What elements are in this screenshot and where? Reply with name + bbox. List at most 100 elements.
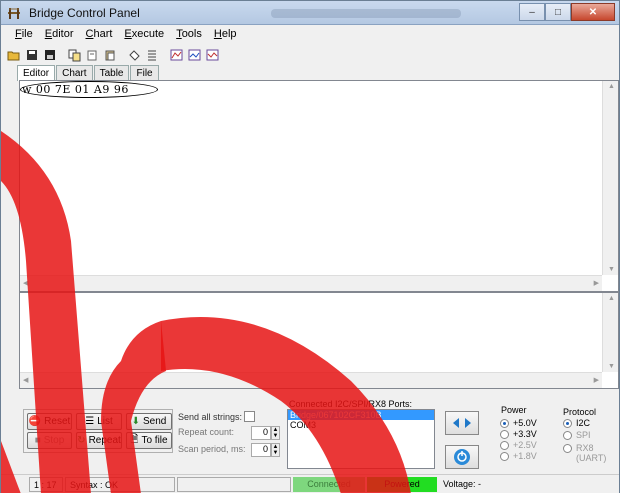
menu-execute-mnemonic: E bbox=[124, 28, 132, 40]
power-5v-radio[interactable] bbox=[500, 419, 509, 428]
protocol-title: Protocol bbox=[563, 407, 597, 417]
list-icon[interactable] bbox=[145, 48, 159, 62]
menu-tools[interactable]: Tools bbox=[170, 25, 208, 45]
menu-editor-label: ditor bbox=[52, 28, 74, 40]
scroll-down-icon[interactable]: ▼ bbox=[608, 266, 615, 273]
reset-icon: ⛔ bbox=[28, 416, 42, 427]
connect-button[interactable] bbox=[445, 411, 479, 435]
cursor-position: 1 : 17 bbox=[29, 477, 63, 492]
stop-button[interactable]: ■ Stop bbox=[27, 432, 72, 449]
window-controls: – □ ✕ bbox=[519, 3, 615, 21]
scroll-up-icon[interactable]: ▲ bbox=[608, 83, 615, 90]
send-label: Send bbox=[143, 416, 167, 427]
status-empty-cell bbox=[177, 477, 291, 492]
tab-table[interactable]: Table bbox=[93, 65, 130, 80]
title-blurred-text bbox=[271, 9, 461, 18]
close-button[interactable]: ✕ bbox=[571, 3, 615, 21]
chart2-icon[interactable] bbox=[187, 48, 201, 62]
protocol-rx8-radio[interactable] bbox=[563, 444, 572, 453]
save-as-icon[interactable] bbox=[43, 48, 57, 62]
send-all-strings-checkbox[interactable] bbox=[244, 411, 255, 422]
editor-horizontal-scrollbar[interactable]: ◀ ▶ bbox=[20, 275, 602, 291]
voltage-readout: Voltage: - bbox=[443, 479, 482, 489]
menu-chart-label: hart bbox=[93, 28, 113, 40]
toolbar bbox=[7, 46, 223, 64]
send-button[interactable]: ⬇ Send bbox=[126, 413, 172, 430]
power-3v3-radio[interactable] bbox=[500, 430, 509, 439]
paste-icon[interactable] bbox=[103, 48, 117, 62]
minimize-button[interactable]: – bbox=[519, 3, 545, 21]
scroll-left-icon[interactable]: ◀ bbox=[23, 279, 28, 287]
repeat-label: Repeat bbox=[88, 435, 121, 446]
save-icon[interactable] bbox=[25, 48, 39, 62]
list-label: List bbox=[97, 416, 113, 427]
tab-editor[interactable]: Editor bbox=[17, 65, 56, 81]
chart3-icon[interactable] bbox=[205, 48, 219, 62]
tab-chart[interactable]: Chart bbox=[56, 65, 93, 80]
erase-icon[interactable] bbox=[127, 48, 141, 62]
menu-chart[interactable]: Chart bbox=[80, 25, 119, 45]
menu-file-mnemonic: F bbox=[15, 28, 22, 40]
scan-period-spinner[interactable]: ▲ ▼ bbox=[271, 443, 280, 457]
power-2v5-radio[interactable] bbox=[500, 441, 509, 450]
bridge-app-icon bbox=[8, 8, 20, 19]
list-button[interactable]: ☰ List bbox=[76, 413, 122, 430]
stop-icon: ■ bbox=[34, 435, 41, 446]
syntax-status: Syntax : OK bbox=[65, 477, 175, 492]
connect-arrows-icon bbox=[453, 418, 471, 428]
scroll-left-icon[interactable]: ◀ bbox=[23, 376, 28, 384]
editor-vertical-scrollbar[interactable]: ▲ ▼ bbox=[602, 81, 618, 275]
command-editor[interactable]: w 00 7E 01 A9 96 ▲ ▼ ◀ ▶ bbox=[19, 80, 619, 292]
menu-help-label: elp bbox=[221, 28, 237, 40]
port-item[interactable]: Bridge/067102CF310B bbox=[288, 410, 434, 420]
power-2v5-label: +2.5V bbox=[513, 440, 537, 450]
repeat-count-spinner[interactable]: ▲ ▼ bbox=[271, 426, 280, 440]
port-item[interactable]: COM3 bbox=[288, 420, 434, 430]
title-bar[interactable]: Bridge Control Panel – □ ✕ bbox=[1, 1, 619, 25]
menu-file[interactable]: File bbox=[9, 25, 39, 45]
protocol-i2c-label: I2C bbox=[576, 418, 591, 428]
repeat-count-input[interactable]: 0 bbox=[251, 426, 271, 440]
scan-period-label: Scan period, ms: bbox=[178, 444, 246, 454]
copy-icon[interactable] bbox=[67, 48, 81, 62]
menu-editor[interactable]: Editor bbox=[39, 25, 80, 45]
protocol-i2c-radio[interactable] bbox=[563, 419, 572, 428]
ports-label: Connected I2C/SPI/RX8 Ports: bbox=[289, 399, 413, 409]
to-file-button[interactable]: 🗎 To file bbox=[126, 432, 172, 449]
power-toggle-button[interactable] bbox=[445, 445, 479, 469]
repeat-button[interactable]: ↻ Repeat bbox=[76, 432, 122, 449]
power-title: Power bbox=[501, 405, 527, 415]
open-icon[interactable] bbox=[7, 48, 21, 62]
status-bar: 1 : 17 Syntax : OK Connected Powered Vol… bbox=[1, 474, 619, 493]
output-vertical-scrollbar[interactable]: ▲ ▼ bbox=[602, 293, 618, 372]
tab-strip: Editor Chart Table File bbox=[17, 65, 160, 81]
command-button-group: ⛔ Reset ☰ List ⬇ Send ■ Stop ↻ Repeat 🗎 To fil… bbox=[23, 409, 173, 453]
output-horizontal-scrollbar[interactable]: ◀ ▶ bbox=[20, 372, 602, 388]
menu-execute[interactable]: Execute bbox=[118, 25, 170, 45]
protocol-spi-radio[interactable] bbox=[563, 431, 572, 440]
scroll-right-icon[interactable]: ▶ bbox=[594, 279, 599, 287]
menu-bar: File Editor Chart Execute Tools Help bbox=[1, 25, 619, 45]
menu-help[interactable]: Help bbox=[208, 25, 243, 45]
power-3v3-label: +3.3V bbox=[513, 429, 537, 439]
menu-execute-label: xecute bbox=[131, 28, 165, 40]
list-icon: ☰ bbox=[85, 416, 95, 427]
tab-file[interactable]: File bbox=[130, 65, 159, 80]
scan-period-input[interactable]: 0 bbox=[251, 443, 271, 457]
command-text: w 00 7E 01 A9 96 bbox=[22, 83, 129, 96]
power-1v8-radio[interactable] bbox=[500, 452, 509, 461]
powered-indicator: Powered bbox=[367, 477, 437, 492]
scroll-right-icon[interactable]: ▶ bbox=[594, 376, 599, 384]
power-icon bbox=[454, 449, 470, 465]
send-all-strings-label: Send all strings: bbox=[178, 412, 243, 422]
output-pane[interactable]: ▲ ▼ ◀ ▶ bbox=[19, 292, 619, 389]
scroll-up-icon[interactable]: ▲ bbox=[608, 295, 615, 302]
chart1-icon[interactable] bbox=[169, 48, 183, 62]
cut-icon[interactable] bbox=[85, 48, 99, 62]
protocol-rx8-label: RX8 (UART) bbox=[576, 443, 607, 463]
reset-button[interactable]: ⛔ Reset bbox=[27, 413, 72, 430]
maximize-button[interactable]: □ bbox=[545, 3, 571, 21]
protocol-spi-label: SPI bbox=[576, 430, 591, 440]
scroll-down-icon[interactable]: ▼ bbox=[608, 363, 615, 370]
ports-list[interactable]: Bridge/067102CF310B COM3 bbox=[287, 409, 435, 469]
